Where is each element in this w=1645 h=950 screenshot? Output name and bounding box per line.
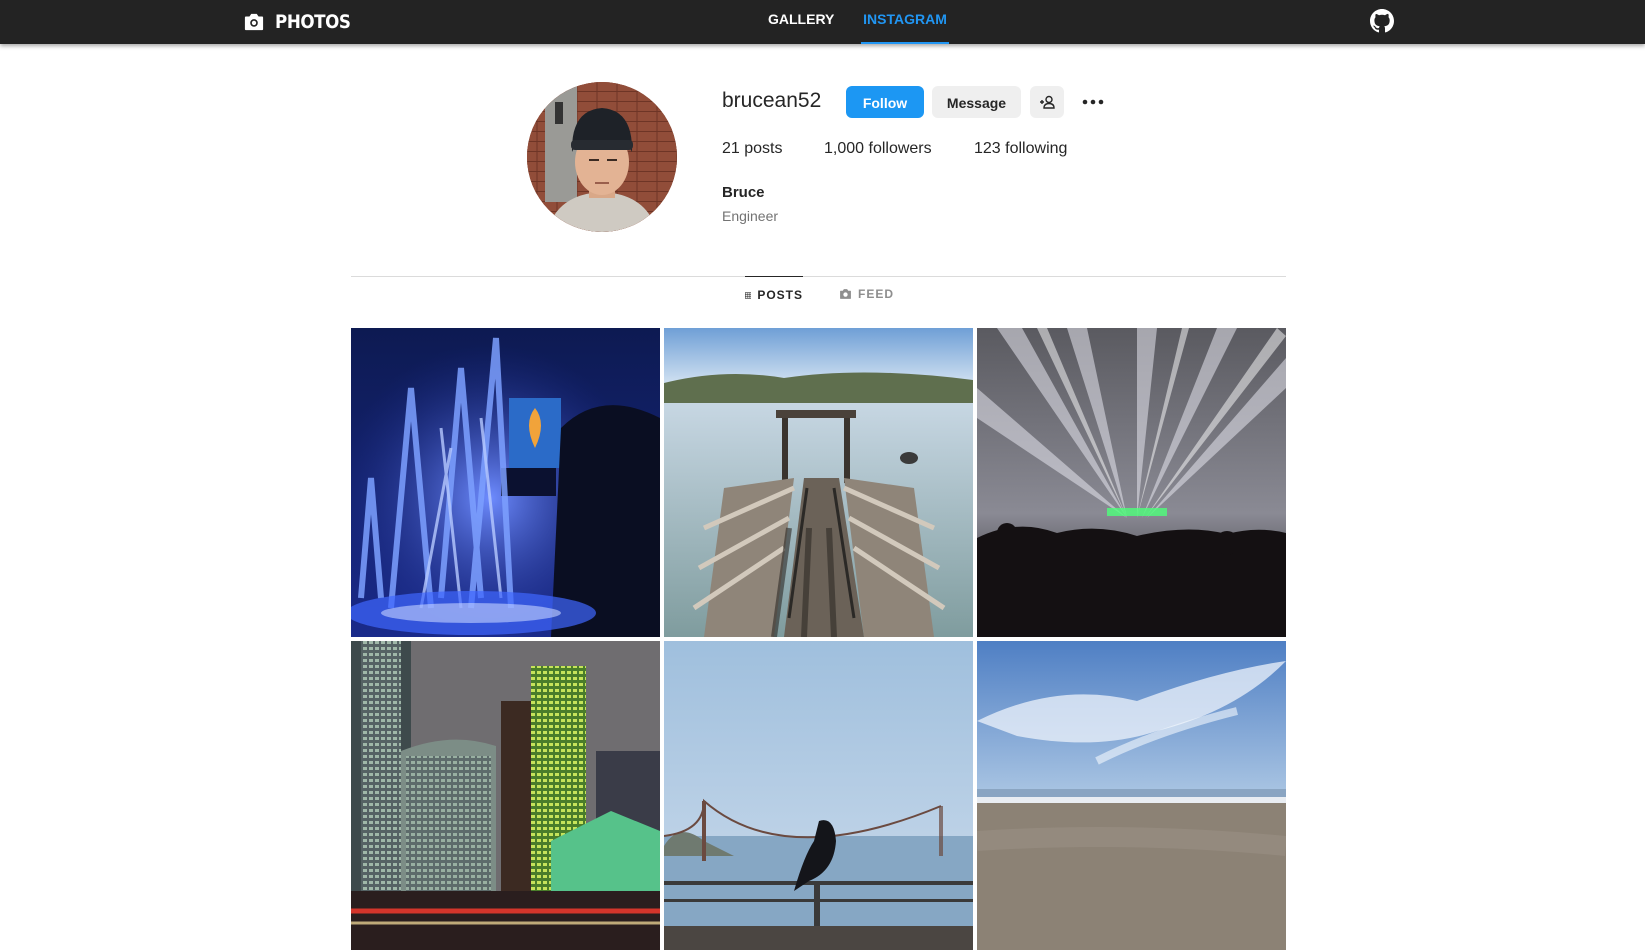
tab-feed[interactable]: FEED	[839, 276, 899, 312]
post-thumbnail[interactable]	[664, 328, 973, 637]
brand-title: PHOTOS	[275, 11, 351, 33]
post-thumbnail[interactable]	[977, 328, 1286, 637]
more-options-icon[interactable]	[1081, 90, 1105, 114]
suggest-user-button[interactable]	[1030, 86, 1064, 118]
profile-bio: Engineer	[722, 208, 779, 224]
profile-display-name: Bruce	[722, 184, 765, 201]
grid-icon	[745, 291, 752, 299]
followers-label: followers	[868, 140, 932, 157]
post-thumbnail[interactable]	[351, 641, 660, 950]
camera-icon	[840, 289, 851, 299]
post-thumbnail[interactable]	[351, 328, 660, 637]
tab-posts-label: POSTS	[757, 288, 803, 302]
stat-posts: 21 posts	[722, 140, 783, 158]
tab-posts[interactable]: POSTS	[745, 276, 803, 313]
nav-tab-instagram[interactable]: INSTAGRAM	[861, 0, 949, 44]
github-icon[interactable]	[1370, 9, 1394, 33]
following-label: following	[1005, 140, 1068, 157]
brand-logo[interactable]: PHOTOS	[243, 9, 361, 35]
follow-button[interactable]: Follow	[846, 86, 924, 118]
nav-tab-gallery[interactable]: GALLERY	[768, 0, 834, 44]
profile-divider	[351, 276, 1286, 277]
top-navbar: PHOTOS GALLERY INSTAGRAM	[0, 0, 1645, 44]
posts-count: 21	[722, 140, 740, 157]
post-thumbnail[interactable]	[977, 641, 1286, 950]
stat-following[interactable]: 123 following	[974, 140, 1067, 158]
following-count: 123	[974, 140, 1001, 157]
add-user-icon	[1040, 95, 1055, 109]
posts-label: posts	[744, 140, 783, 157]
followers-count: 1,000	[824, 140, 865, 157]
message-button[interactable]: Message	[932, 86, 1021, 118]
profile-username: brucean52	[722, 89, 822, 112]
stat-followers[interactable]: 1,000 followers	[824, 140, 932, 158]
profile-avatar	[527, 82, 677, 232]
post-thumbnail[interactable]	[664, 641, 973, 950]
camera-icon	[244, 13, 264, 31]
tab-feed-label: FEED	[858, 287, 895, 301]
